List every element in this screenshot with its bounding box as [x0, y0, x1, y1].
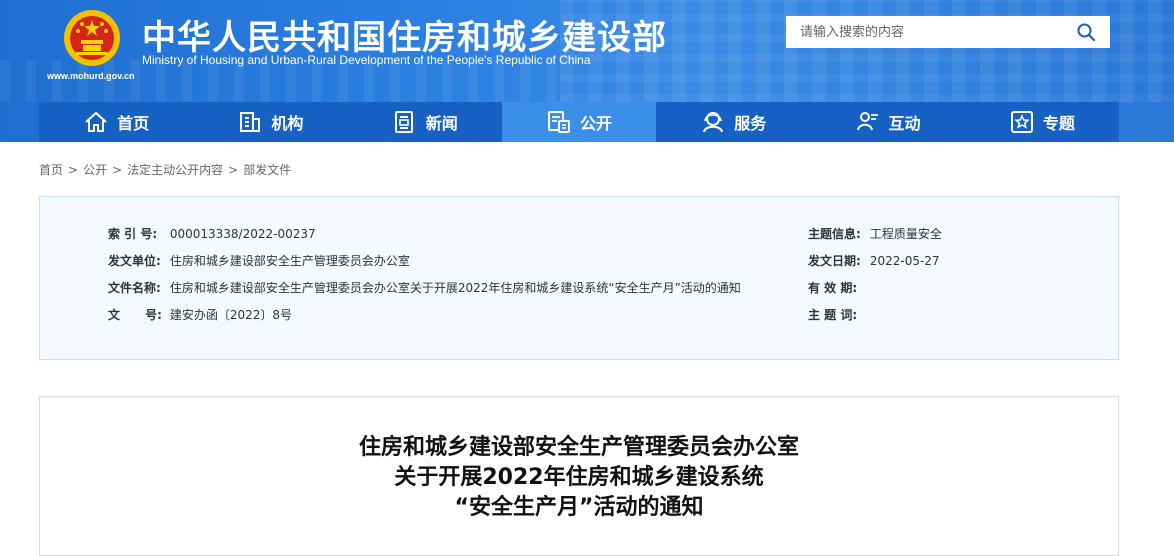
site-title[interactable]: 中华人民共和国住房和城乡建设部 — [142, 10, 667, 59]
info-document-number: 文 号: 建安办函〔2022〕8号 — [108, 306, 292, 323]
info-keywords: 主 题 词: — [808, 306, 866, 323]
article-title-line: 住房和城乡建设部安全生产管理委员会办公室 — [358, 435, 799, 460]
site-domain: www.mohurd.gov.cn — [47, 71, 135, 81]
breadcrumb-link-public[interactable]: 公开 — [83, 163, 107, 177]
nav-item-label: 首页 — [117, 114, 150, 133]
home-icon — [85, 111, 107, 132]
nav-item-label: 公开 — [579, 114, 612, 133]
info-document-name: 文件名称: 住房和城乡建设部安全生产管理委员会办公室关于开展2022年住房和城乡… — [108, 279, 741, 296]
search-icon[interactable] — [1076, 22, 1096, 42]
info-label: 有 效 期: — [808, 281, 858, 295]
nav-item-organization[interactable]: 机构 — [193, 102, 347, 142]
document-icon — [547, 111, 570, 133]
nav-item-label: 服务 — [734, 114, 767, 133]
article-title-line: “安全生产月”活动的通知 — [454, 495, 704, 520]
info-label: 文件名称: — [108, 281, 161, 295]
site-subtitle: Ministry of Housing and Urban-Rural Deve… — [142, 53, 591, 67]
newspaper-icon — [394, 111, 413, 133]
info-value: 工程质量安全 — [869, 227, 942, 241]
info-value: 2022-05-27 — [869, 254, 940, 268]
article-container: 住房和城乡建设部安全生产管理委员会办公室 关于开展2022年住房和城乡建设系统 … — [39, 396, 1119, 556]
nav-item-home[interactable]: 首页 — [39, 102, 193, 142]
info-topic: 主题信息: 工程质量安全 — [808, 225, 942, 242]
breadcrumb-link-documents[interactable]: 部发文件 — [243, 163, 291, 177]
nav-item-news[interactable]: 新闻 — [348, 102, 502, 142]
nav-item-public[interactable]: 公开 — [501, 102, 657, 142]
nav-item-interaction[interactable]: 互动 — [810, 102, 964, 142]
star-icon — [1010, 111, 1033, 133]
service-icon — [703, 112, 724, 133]
info-index-number: 索 引 号: 000013338/2022-00237 — [108, 225, 316, 242]
people-icon — [856, 112, 878, 131]
search-input[interactable] — [786, 16, 1062, 48]
info-label: 主题信息: — [808, 227, 861, 241]
info-issuer: 发文单位: 住房和城乡建设部安全生产管理委员会办公室 — [108, 252, 410, 269]
main-nav: 首页 机构 新闻 公开 服务 互动 专题 — [39, 102, 1119, 142]
breadcrumb: 首页 > 公开 > 法定主动公开内容 > 部发文件 — [39, 161, 291, 178]
building-icon — [240, 112, 261, 132]
info-label: 发文单位: — [108, 254, 161, 268]
nav-item-label: 新闻 — [425, 114, 458, 133]
info-label: 文 号: — [108, 308, 162, 322]
info-value: 住房和城乡建设部安全生产管理委员会办公室 — [169, 254, 410, 268]
info-label: 索 引 号: — [108, 227, 158, 241]
breadcrumb-link-statutory[interactable]: 法定主动公开内容 — [127, 163, 223, 177]
nav-item-service[interactable]: 服务 — [656, 102, 810, 142]
national-emblem-icon[interactable] — [62, 8, 122, 68]
info-value: 000013338/2022-00237 — [169, 227, 316, 241]
info-value: 住房和城乡建设部安全生产管理委员会办公室关于开展2022年住房和城乡建设系统“安… — [169, 281, 741, 295]
breadcrumb-separator: > — [112, 163, 123, 177]
nav-item-topics[interactable]: 专题 — [965, 102, 1119, 142]
article-title-line: 关于开展2022年住房和城乡建设系统 — [394, 465, 764, 490]
nav-item-label: 专题 — [1042, 114, 1075, 133]
nav-item-label: 互动 — [888, 114, 921, 133]
info-validity: 有 效 期: — [808, 279, 866, 296]
info-value: 建安办函〔2022〕8号 — [169, 308, 293, 322]
search-box — [786, 16, 1110, 48]
article-title: 住房和城乡建设部安全生产管理委员会办公室 关于开展2022年住房和城乡建设系统 … — [40, 433, 1118, 523]
breadcrumb-link-home[interactable]: 首页 — [39, 163, 63, 177]
info-label: 主 题 词: — [808, 308, 858, 322]
breadcrumb-separator: > — [228, 163, 239, 177]
breadcrumb-separator: > — [68, 163, 79, 177]
info-date: 发文日期: 2022-05-27 — [808, 252, 940, 269]
nav-item-label: 机构 — [271, 114, 304, 133]
info-label: 发文日期: — [808, 254, 861, 268]
document-info-panel: 索 引 号: 000013338/2022-00237 发文单位: 住房和城乡建… — [39, 196, 1119, 360]
